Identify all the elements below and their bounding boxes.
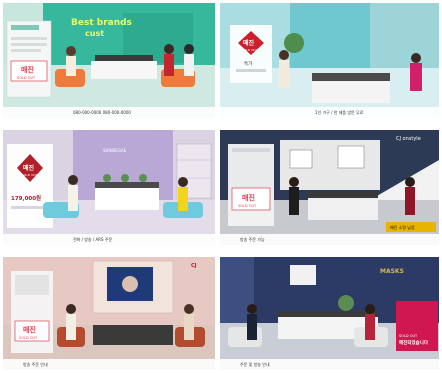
bottom-bar-text: 1인 가구 / 한 제품 방문 무료 <box>315 109 364 115</box>
bottom-bar-text: 방송 주문 안내 <box>23 361 48 367</box>
status-sub: SOLD OUT <box>242 48 258 52</box>
corner-badge-text: 매진 소량 남음 <box>390 224 415 230</box>
broadcast-frame-2: 매진 SOLD OUT 특가 1인 가구 / 한 제품 방문 무료 <box>220 3 439 118</box>
status-sub: SOLD OUT <box>399 334 418 338</box>
product-info-panel <box>228 144 274 226</box>
frame-5-scene: CJ 매진 SOLD OUT 방송 주문 안내 <box>3 257 215 370</box>
status-sub: SOLD OUT <box>238 204 257 208</box>
status-main: 매진되었습니다 <box>399 339 429 346</box>
wall-frame-1 <box>289 149 313 169</box>
status-sub: SOLD OUT <box>17 76 36 80</box>
price-label: 특가 <box>244 60 252 67</box>
frame-6-scene: MASKS SOLD OUT 매진되었습니다 주문 및 방송 안내 <box>220 257 439 370</box>
broadcast-frame-1: Best brands cust 매진 SOLD OUT 080-000-000… <box>3 3 215 118</box>
host-2 <box>178 187 188 211</box>
product-table <box>312 81 390 103</box>
bottom-bar-text: 080-000-0000 080-000-0000 <box>73 110 131 115</box>
frame-4-scene: CJ onstyle 매진 SOLD OUT 매진 소량 남음 방송 주문 가능 <box>220 130 439 245</box>
wall-sign: SHINSEGAE <box>103 148 127 153</box>
product-table <box>93 325 173 345</box>
host-2 <box>405 187 415 215</box>
broadcast-frame-6: MASKS SOLD OUT 매진되었습니다 주문 및 방송 안내 <box>220 257 439 370</box>
frame-2-scene: 매진 SOLD OUT 특가 1인 가구 / 한 제품 방문 무료 <box>220 3 439 118</box>
wall-text-1: Best brands <box>71 18 132 28</box>
channel-logo: CJ onstyle <box>396 136 421 142</box>
product-info-panel <box>6 20 52 98</box>
wall-frame <box>290 265 316 285</box>
host-1 <box>247 314 257 340</box>
status-main: 매진 <box>21 65 34 74</box>
plant <box>338 295 354 311</box>
bottom-bar-text: 전화 / 방송 / ARS 주문 <box>73 236 113 242</box>
status-main: 매진 <box>243 39 255 47</box>
host-2 <box>164 54 174 76</box>
broadcast-frame-5: CJ 매진 SOLD OUT 방송 주문 안내 <box>3 257 215 370</box>
host-1 <box>66 314 76 340</box>
broadcast-frame-3: SHINSEGAE 매진 SOLD OUT 179,000원 전화 / 방송 /… <box>3 130 215 245</box>
host-2 <box>410 63 422 91</box>
wall-text-2: cust <box>85 29 104 38</box>
product-table <box>91 61 157 79</box>
product-table <box>95 188 159 210</box>
broadcast-frame-4: CJ onstyle 매진 SOLD OUT 매진 소량 남음 방송 주문 가능 <box>220 130 439 245</box>
price: 179,000원 <box>11 194 41 202</box>
bottom-bar-text: 주문 및 방송 안내 <box>240 361 270 367</box>
host-1 <box>68 185 78 211</box>
bottom-bar-text: 방송 주문 가능 <box>240 236 265 242</box>
wall-sign: MASKS <box>380 268 404 275</box>
host-1 <box>279 60 289 88</box>
host-1 <box>66 56 76 76</box>
status-main: 매진 <box>242 193 255 202</box>
status-main: 매진 <box>23 164 35 172</box>
status-main: 매진 <box>23 325 36 334</box>
host-2 <box>184 314 194 340</box>
host-1 <box>289 187 299 215</box>
frame-3-scene: SHINSEGAE 매진 SOLD OUT 179,000원 전화 / 방송 /… <box>3 130 215 245</box>
host-2 <box>365 314 375 340</box>
status-sub: SOLD OUT <box>22 173 38 177</box>
host-3 <box>184 54 194 76</box>
product-table <box>308 198 378 220</box>
frame-1-scene: Best brands cust 매진 SOLD OUT 080-000-000… <box>3 3 215 118</box>
status-sub: SOLD OUT <box>19 336 38 340</box>
wall-frame-2 <box>337 145 365 169</box>
channel-logo: CJ <box>191 263 197 269</box>
